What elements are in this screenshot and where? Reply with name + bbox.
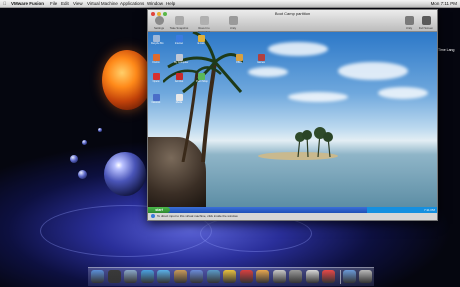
desktop-icon[interactable]: Acrobat <box>174 73 184 83</box>
menubar:  VMware Fusion File Edit View Virtual M… <box>0 0 460 8</box>
toolbar-unity-button[interactable]: Unity <box>222 16 244 30</box>
toolbar-fullscreen-button[interactable]: Full Screen <box>415 16 437 30</box>
documents-folder-icon[interactable] <box>342 270 356 283</box>
toolbar-label: Take Snapshot <box>169 26 189 30</box>
desktop-side-label: Time Lang <box>438 48 455 52</box>
revert-icon <box>199 16 209 25</box>
desktop-icon[interactable]: My Computer <box>174 54 188 64</box>
cloud <box>248 67 288 77</box>
cloud <box>288 92 348 102</box>
mail-icon[interactable] <box>124 270 137 283</box>
desktop-icon[interactable]: Network <box>151 94 161 104</box>
toolbar-snapshot-button[interactable]: Take Snapshot <box>168 16 190 30</box>
desktop-icon[interactable]: Opera <box>151 73 161 83</box>
dashboard-icon[interactable] <box>107 270 121 283</box>
cloud <box>378 87 428 99</box>
menu-file[interactable]: File <box>50 0 57 7</box>
iphoto-icon[interactable] <box>206 270 220 283</box>
garageband-icon[interactable] <box>256 270 269 283</box>
opera-icon <box>152 73 160 80</box>
trash-icon[interactable] <box>359 270 372 283</box>
network-icon <box>152 94 160 101</box>
wallpaper-bubble <box>98 128 102 132</box>
itunes-icon[interactable] <box>190 270 203 283</box>
menu-window[interactable]: Window <box>147 0 163 7</box>
desktop-icon[interactable]: Internet <box>174 35 184 45</box>
games-icon <box>257 54 265 61</box>
menu-help[interactable]: Help <box>166 0 175 7</box>
dock-separator <box>339 270 341 284</box>
system-preferences-icon[interactable] <box>289 270 302 283</box>
computer-icon <box>175 54 183 61</box>
island-palms <box>295 127 333 157</box>
toolbar-label: Settings <box>153 26 165 30</box>
imovie-icon[interactable] <box>223 270 236 283</box>
preview-icon[interactable] <box>305 270 319 283</box>
desktop-icon[interactable]: Office <box>234 54 244 64</box>
status-info-icon <box>151 214 155 219</box>
address-book-icon[interactable] <box>173 270 187 283</box>
window-title: Boot Camp partition <box>274 11 311 16</box>
finder-icon[interactable] <box>91 270 104 283</box>
office-icon <box>235 54 243 61</box>
acrobat-icon <box>175 73 183 80</box>
cloud <box>268 42 328 56</box>
glass-sphere-wallpaper <box>104 152 146 196</box>
desktop-icon[interactable]: Recycle Bin <box>151 35 164 45</box>
recycle-bin-icon <box>152 35 160 42</box>
tray-clock: 7:11 PM <box>424 208 435 212</box>
apple-menu-icon[interactable]:  <box>3 0 6 7</box>
toolbar-label: Full Screen <box>418 26 434 30</box>
firefox-icon <box>152 54 160 61</box>
menu-virtual-machine[interactable]: Virtual Machine <box>87 0 118 7</box>
status-text: To direct input to this virtual machine,… <box>157 214 239 218</box>
email-icon <box>197 35 205 42</box>
unity-icon <box>404 16 414 25</box>
camera-icon <box>174 16 184 25</box>
menu-app-name[interactable]: VMware Fusion <box>11 0 44 7</box>
desktop-icon[interactable]: Games <box>256 54 266 64</box>
desktop-icon[interactable]: Media <box>174 94 184 104</box>
menubar-clock: Mon 7:11 PM <box>430 1 457 6</box>
vmware-icon[interactable] <box>272 270 286 283</box>
unity-icon <box>228 16 238 25</box>
toolbar-label: Unity <box>229 26 237 30</box>
safari-icon[interactable] <box>140 270 154 283</box>
fullscreen-icon <box>421 16 431 25</box>
ichat-icon[interactable] <box>157 270 170 283</box>
menu-view[interactable]: View <box>73 0 83 7</box>
desktop-icon[interactable]: E-mail <box>196 35 206 45</box>
wallpaper-bubble <box>78 170 87 179</box>
guest-os-screen[interactable]: Recycle Bin Internet E-mail Firefox My C… <box>148 32 437 207</box>
orange-orb-wallpaper <box>102 50 152 110</box>
menu-edit[interactable]: Edit <box>61 0 69 7</box>
desktop-icon[interactable]: Firefox <box>151 54 161 64</box>
toolbar-label: Unity <box>405 26 413 30</box>
window-status-bar: To direct input to this virtual machine,… <box>148 213 437 220</box>
media-icon <box>175 94 183 101</box>
cloud <box>338 62 408 80</box>
toolbar-settings-button[interactable]: Settings <box>148 16 170 30</box>
iweb-icon[interactable] <box>239 270 253 283</box>
paint-icon <box>197 73 205 80</box>
terminal-icon[interactable] <box>322 270 335 283</box>
window-titlebar[interactable]: Boot Camp partition Settings Take Snapsh… <box>148 10 437 34</box>
internet-icon <box>175 35 183 42</box>
desktop-icon[interactable]: Paint Shop <box>196 73 208 83</box>
settings-icon <box>154 16 164 25</box>
wallpaper-bubble <box>70 155 78 163</box>
dock <box>88 267 374 286</box>
menu-applications[interactable]: Applications <box>120 0 144 7</box>
vmware-window: Boot Camp partition Settings Take Snapsh… <box>147 9 438 221</box>
wallpaper-bubble <box>82 140 87 145</box>
